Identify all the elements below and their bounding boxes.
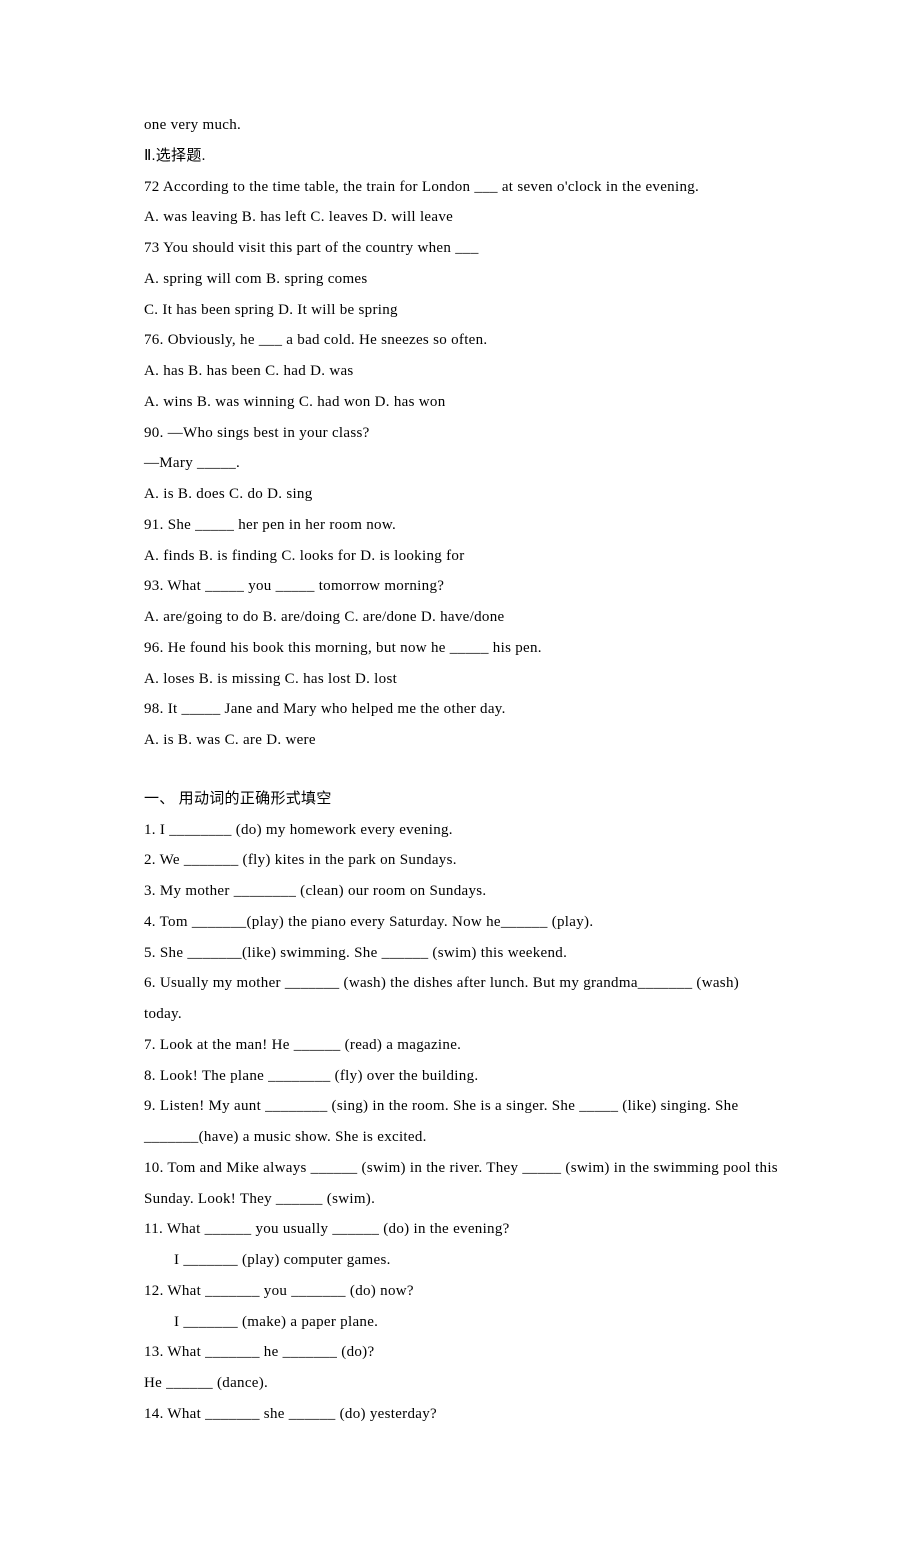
fill-11: 11. What ______ you usually ______ (do) … [144,1214,780,1245]
fill-4: 4. Tom _______(play) the piano every Sat… [144,907,780,938]
q90-line2: —Mary _____. [144,448,780,479]
q98-options: A. is B. was C. are D. were [144,725,780,756]
q91: 91. She _____ her pen in her room now. [144,510,780,541]
q93: 93. What _____ you _____ tomorrow mornin… [144,571,780,602]
intro-line: one very much. [144,110,780,141]
q73-options-b: C. It has been spring D. It will be spri… [144,295,780,326]
q73-options-a: A. spring will com B. spring comes [144,264,780,295]
q91-options: A. finds B. is finding C. looks for D. i… [144,541,780,572]
fill-11b: I _______ (play) computer games. [144,1245,780,1276]
fill-3: 3. My mother ________ (clean) our room o… [144,876,780,907]
q72-options: A. was leaving B. has left C. leaves D. … [144,202,780,233]
fill-1: 1. I ________ (do) my homework every eve… [144,815,780,846]
fill-7: 7. Look at the man! He ______ (read) a m… [144,1030,780,1061]
q93-options: A. are/going to do B. are/doing C. are/d… [144,602,780,633]
q90-options: A. is B. does C. do D. sing [144,479,780,510]
q72: 72 According to the time table, the trai… [144,172,780,203]
fill-13b: He ______ (dance). [144,1368,780,1399]
fill-5: 5. She _______(like) swimming. She _____… [144,938,780,969]
q76-options-a: A. has B. has been C. had D. was [144,356,780,387]
q76-options-b: A. wins B. was winning C. had won D. has… [144,387,780,418]
q96-options: A. loses B. is missing C. has lost D. lo… [144,664,780,695]
section2-heading: Ⅱ.选择题. [144,141,780,172]
section3-heading: 一、 用动词的正确形式填空 [144,784,780,815]
q98: 98. It _____ Jane and Mary who helped me… [144,694,780,725]
fill-2: 2. We _______ (fly) kites in the park on… [144,845,780,876]
fill-12b: I _______ (make) a paper plane. [144,1307,780,1338]
fill-8: 8. Look! The plane ________ (fly) over t… [144,1061,780,1092]
q73: 73 You should visit this part of the cou… [144,233,780,264]
fill-9: 9. Listen! My aunt ________ (sing) in th… [144,1091,780,1153]
fill-10: 10. Tom and Mike always ______ (swim) in… [144,1153,780,1215]
q96: 96. He found his book this morning, but … [144,633,780,664]
fill-14: 14. What _______ she ______ (do) yesterd… [144,1399,780,1430]
q76: 76. Obviously, he ___ a bad cold. He sne… [144,325,780,356]
fill-6: 6. Usually my mother _______ (wash) the … [144,968,780,1030]
q90: 90. —Who sings best in your class? [144,418,780,449]
fill-13: 13. What _______ he _______ (do)? [144,1337,780,1368]
